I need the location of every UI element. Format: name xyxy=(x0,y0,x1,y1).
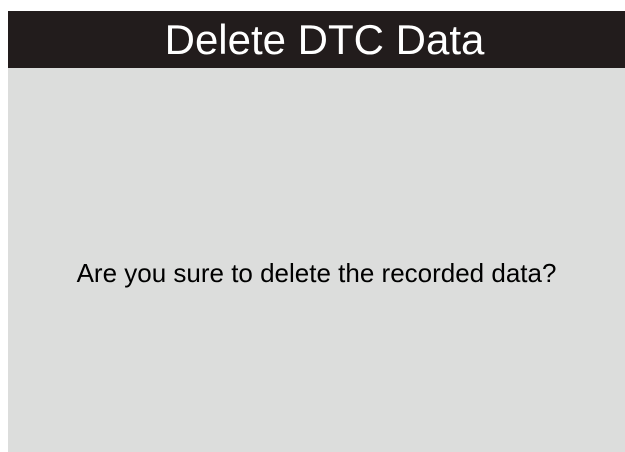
confirmation-message: Are you sure to delete the recorded data… xyxy=(76,258,557,288)
title-bar: Delete DTC Data xyxy=(8,11,625,68)
page-title: Delete DTC Data xyxy=(164,16,485,63)
device-screen: Delete DTC Data Are you sure to delete t… xyxy=(8,11,625,452)
